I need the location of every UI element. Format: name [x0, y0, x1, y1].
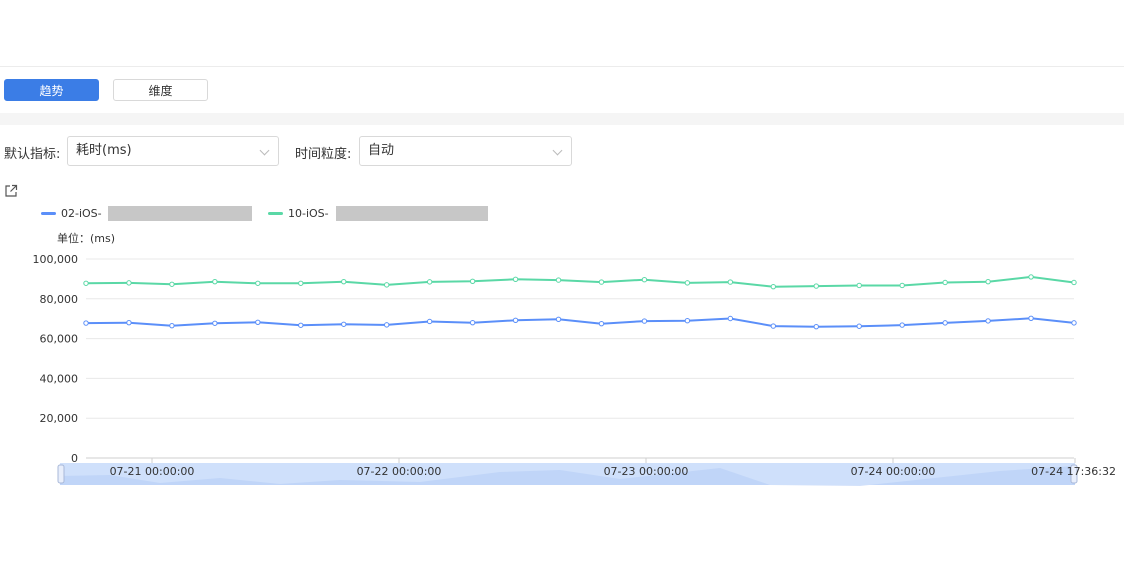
legend-label: 10-iOS-	[288, 207, 329, 220]
data-point[interactable]	[985, 318, 991, 324]
data-point[interactable]	[1071, 279, 1077, 286]
data-point[interactable]	[727, 279, 734, 285]
y-tick-label: 60,000	[40, 333, 79, 346]
x-tick-label: 07-24 17:36:32	[1031, 465, 1116, 478]
data-point[interactable]	[684, 317, 691, 324]
y-tick-label: 100,000	[33, 253, 79, 266]
data-point[interactable]	[341, 321, 347, 327]
chevron-down-icon	[552, 145, 563, 156]
data-point[interactable]	[169, 322, 175, 329]
data-point[interactable]	[469, 278, 476, 284]
data-point[interactable]	[512, 317, 519, 323]
data-point[interactable]	[126, 319, 132, 326]
data-point[interactable]	[899, 282, 905, 289]
data-point[interactable]	[83, 280, 89, 286]
data-point[interactable]	[770, 283, 777, 290]
data-point[interactable]	[641, 276, 648, 283]
data-point[interactable]	[298, 280, 304, 286]
legend-swatch	[268, 212, 283, 215]
metric-select[interactable]: 耗时(ms)	[67, 136, 279, 166]
x-tick-label: 07-21 00:00:00	[110, 465, 195, 478]
redaction-block	[336, 206, 488, 221]
data-point[interactable]	[298, 322, 304, 328]
y-tick-label: 80,000	[40, 293, 79, 306]
data-point[interactable]	[255, 280, 261, 286]
redaction-block	[108, 206, 252, 221]
series-line-2	[85, 275, 1075, 288]
data-point[interactable]	[641, 318, 648, 324]
data-point[interactable]	[512, 276, 519, 282]
data-point[interactable]	[426, 318, 433, 325]
data-point[interactable]	[813, 283, 819, 289]
data-point[interactable]	[555, 316, 562, 322]
data-point[interactable]	[1028, 274, 1034, 280]
legend: 02-iOS- 10-iOS-	[41, 206, 488, 221]
tab-trend[interactable]: 趋势	[4, 79, 99, 101]
data-point[interactable]	[555, 277, 562, 283]
data-point[interactable]	[341, 278, 347, 285]
series-line-1	[85, 317, 1075, 328]
data-point[interactable]	[899, 322, 905, 328]
data-point[interactable]	[813, 323, 819, 330]
legend-item-series-1[interactable]: 02-iOS-	[41, 206, 252, 221]
granularity-select-value: 自动	[368, 143, 395, 158]
data-point[interactable]	[212, 278, 218, 285]
granularity-select[interactable]: 自动	[359, 136, 572, 166]
unit-label: 单位：(ms)	[57, 231, 115, 245]
data-point[interactable]	[169, 281, 175, 287]
data-point[interactable]	[469, 319, 476, 326]
data-point[interactable]	[942, 320, 948, 326]
header-divider	[0, 66, 1124, 67]
data-point[interactable]	[1071, 320, 1077, 326]
data-point[interactable]	[426, 279, 433, 285]
data-point[interactable]	[942, 279, 948, 286]
data-point[interactable]	[684, 280, 691, 286]
data-point[interactable]	[383, 282, 390, 288]
legend-item-series-2[interactable]: 10-iOS-	[268, 206, 488, 221]
metric-select-value: 耗时(ms)	[76, 143, 132, 158]
x-tick-label: 07-22 00:00:00	[357, 465, 442, 478]
data-point[interactable]	[770, 323, 777, 329]
data-point[interactable]	[1028, 315, 1034, 322]
data-point[interactable]	[856, 282, 862, 289]
granularity-label: 时间粒度:	[295, 147, 352, 162]
data-point[interactable]	[985, 278, 991, 285]
data-point[interactable]	[126, 280, 132, 286]
chevron-down-icon	[259, 145, 270, 156]
data-point[interactable]	[598, 279, 605, 285]
y-tick-label: 20,000	[40, 412, 79, 425]
y-tick-label: 40,000	[40, 372, 79, 385]
legend-label: 02-iOS-	[61, 207, 102, 220]
data-point[interactable]	[727, 315, 734, 322]
trend-chart: 02-iOS- 10-iOS- 单位：(ms) 100,000 80,000 60,…	[33, 206, 1116, 486]
legend-swatch	[41, 212, 56, 215]
data-point[interactable]	[383, 322, 390, 328]
section-band	[0, 113, 1124, 125]
data-point[interactable]	[255, 319, 261, 325]
data-point[interactable]	[83, 320, 89, 326]
tab-dimension[interactable]: 维度	[113, 79, 208, 101]
zoom-handle-left[interactable]	[57, 464, 65, 484]
metric-label: 默认指标:	[4, 147, 61, 162]
data-point[interactable]	[856, 323, 862, 329]
data-point[interactable]	[212, 320, 218, 326]
data-point[interactable]	[598, 320, 605, 327]
x-tick-label: 07-24 00:00:00	[851, 465, 936, 478]
x-tick-label: 07-23 00:00:00	[604, 465, 689, 478]
